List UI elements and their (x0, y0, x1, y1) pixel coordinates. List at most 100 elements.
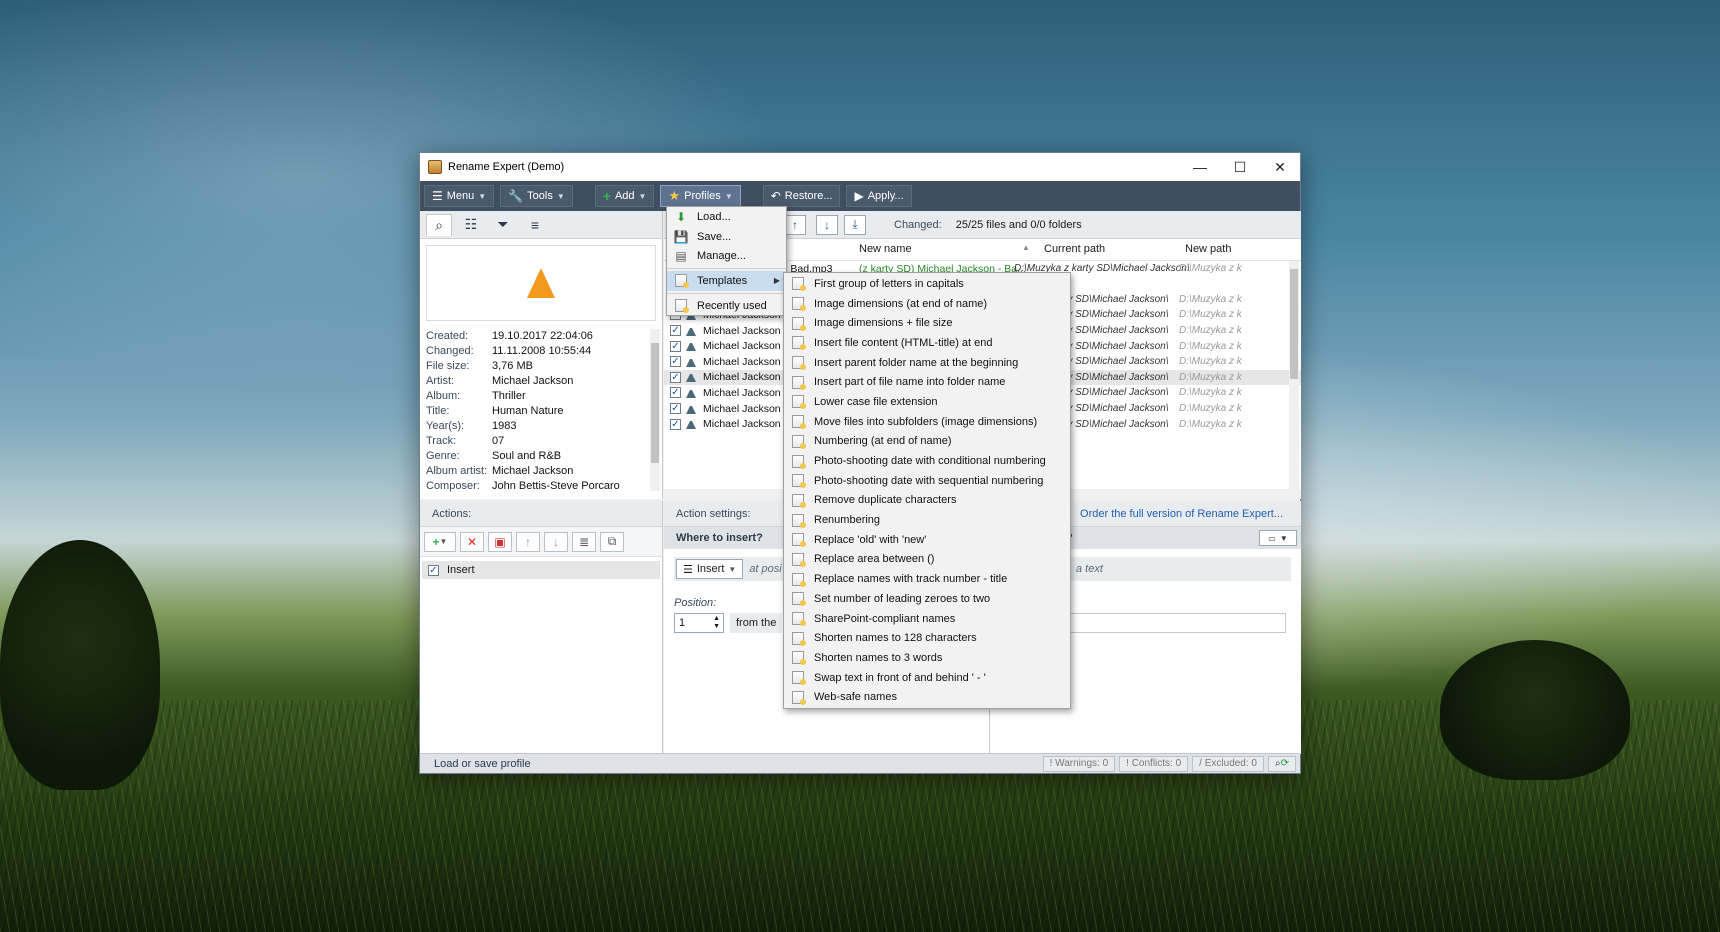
template-item[interactable]: Shorten names to 128 characters (784, 628, 1070, 648)
template-item[interactable]: Photo-shooting date with conditional num… (784, 451, 1070, 471)
template-icon (790, 474, 806, 489)
submenu-arrow-icon: ▶ (773, 276, 780, 286)
template-label: Shorten names to 128 characters (814, 632, 977, 645)
excluded-badge[interactable]: / Excluded: 0 (1192, 755, 1264, 772)
template-item[interactable]: Numbering (at end of name) (784, 432, 1070, 452)
menu-item-save[interactable]: 💾 Save... (667, 227, 786, 247)
order-full-version-link[interactable]: Order the full version of Rename Expert.… (1080, 508, 1283, 520)
template-item[interactable]: Move files into subfolders (image dimens… (784, 412, 1070, 432)
col-new-name[interactable]: New name (859, 243, 912, 255)
hamburger-icon: ☰ (432, 189, 443, 203)
template-item[interactable]: Insert parent folder name at the beginni… (784, 353, 1070, 373)
filter-icon[interactable]: ⏷ (490, 214, 516, 236)
restore-label: Restore... (784, 190, 833, 202)
action-item-insert[interactable]: ✓ Insert (422, 561, 660, 579)
save-icon: 💾 (673, 229, 689, 244)
search-icon[interactable]: ⌕ (426, 213, 452, 236)
template-item[interactable]: Web-safe names (784, 687, 1070, 707)
insert-mode-dropdown[interactable]: ☰ Insert ▼ (676, 559, 744, 579)
restore-button[interactable]: ↶ Restore... (762, 185, 841, 207)
row-checkbox[interactable]: ✓ (670, 371, 681, 383)
template-item[interactable]: Set number of leading zeroes to two (784, 589, 1070, 609)
arrow-up-icon[interactable]: ↑ (784, 214, 806, 235)
delete-action-button[interactable]: ✕ (460, 531, 484, 552)
template-item[interactable]: Photo-shooting date with sequential numb… (784, 471, 1070, 491)
template-icon (790, 592, 806, 607)
view-toggle-button[interactable]: ▭ ▼ (1259, 530, 1297, 546)
template-item[interactable]: Swap text in front of and behind ' - ' (784, 668, 1070, 688)
template-item[interactable]: First group of letters in capitals (784, 274, 1070, 294)
warnings-text: Warnings: 0 (1055, 758, 1109, 769)
list-icon: ☰ (683, 563, 693, 576)
file-preview (426, 245, 656, 321)
row-new-path: D:\Muzyka z k (1179, 325, 1242, 337)
minimize-button[interactable]: — (1180, 153, 1220, 181)
template-item[interactable]: Insert file content (HTML-title) at end (784, 333, 1070, 353)
metadata-row: Created: 19.10.2017 22:04:06 (426, 329, 656, 344)
window-icon: ▭ (1268, 533, 1276, 543)
menu-button[interactable]: ☰ Menu ▼ (424, 185, 495, 207)
row-checkbox[interactable]: ✓ (670, 325, 681, 337)
insert-text-field[interactable] (1066, 613, 1286, 633)
menu-label: Menu (446, 190, 475, 202)
add-action-button[interactable]: + ▼ (424, 531, 456, 552)
metadata-scrollbar[interactable] (650, 329, 660, 491)
template-item[interactable]: Replace names with track number - title (784, 569, 1070, 589)
list-icon[interactable]: ≡ (522, 214, 548, 236)
changed-label: Changed: (894, 218, 942, 231)
template-item[interactable]: Image dimensions (at end of name) (784, 294, 1070, 314)
warnings-badge[interactable]: ! Warnings: 0 (1042, 755, 1116, 772)
template-item[interactable]: SharePoint-compliant names (784, 609, 1070, 629)
profiles-button[interactable]: ★ Profiles ▼ (660, 185, 741, 207)
star-icon: ★ (668, 188, 681, 203)
conflicts-badge[interactable]: ! Conflicts: 0 (1119, 755, 1189, 772)
disable-action-button[interactable]: ▣ (488, 531, 512, 552)
rename-action-button[interactable]: ≣ (572, 531, 596, 552)
apply-button[interactable]: ▶ Apply... (846, 185, 912, 207)
row-checkbox[interactable]: ✓ (670, 387, 681, 399)
row-checkbox[interactable]: ✓ (670, 356, 681, 368)
metadata-key: Genre: (426, 450, 460, 462)
search-refresh-button[interactable]: ⌕ ⟳ (1268, 755, 1296, 772)
copy-action-button[interactable]: ⧉ (600, 531, 624, 552)
menu-item-load[interactable]: ⬇ Load... (667, 207, 786, 227)
template-icon (790, 297, 806, 312)
template-item[interactable]: Renumbering (784, 510, 1070, 530)
list-vscrollbar[interactable] (1289, 261, 1299, 489)
template-item[interactable]: Image dimensions + file size (784, 313, 1070, 333)
arrow-down-icon[interactable]: ↓ (816, 214, 838, 235)
template-icon (790, 612, 806, 627)
add-button[interactable]: + Add ▼ (594, 185, 655, 207)
tree-icon[interactable]: ☷ (458, 214, 484, 236)
template-item[interactable]: Replace area between () (784, 550, 1070, 570)
col-current-path[interactable]: Current path (1044, 243, 1105, 255)
row-checkbox[interactable]: ✓ (670, 403, 681, 415)
template-icon (790, 493, 806, 508)
close-button[interactable]: ✕ (1260, 153, 1300, 181)
template-item[interactable]: Lower case file extension (784, 392, 1070, 412)
chevron-down-icon: ▼ (556, 191, 565, 201)
arrow-bottom-icon[interactable]: ⤓ (844, 214, 866, 235)
position-stepper[interactable]: 1 ▲ ▼ (674, 613, 724, 633)
move-up-button[interactable]: ↑ (516, 531, 540, 552)
menu-item-manage[interactable]: ▤ Manage... (667, 246, 786, 266)
menu-item-recently-used[interactable]: Recently used (667, 296, 786, 316)
template-item[interactable]: Replace 'old' with 'new' (784, 530, 1070, 550)
menu-item-templates[interactable]: Templates ▶ (667, 271, 786, 291)
template-item[interactable]: Shorten names to 3 words (784, 648, 1070, 668)
stepper-arrows-icon[interactable]: ▲ ▼ (713, 615, 720, 631)
template-item[interactable]: Remove duplicate characters (784, 491, 1070, 511)
metadata-row: Year(s): 1983 (426, 419, 656, 434)
checkbox[interactable]: ✓ (428, 564, 439, 576)
app-icon (428, 160, 442, 174)
metadata-row: Album: Thriller (426, 389, 656, 404)
row-checkbox[interactable]: ✓ (670, 340, 681, 352)
tools-button[interactable]: 🔧 Tools ▼ (500, 185, 573, 207)
maximize-button[interactable]: ☐ (1220, 153, 1260, 181)
template-item[interactable]: Insert part of file name into folder nam… (784, 372, 1070, 392)
from-the-box[interactable]: from the (730, 613, 783, 633)
move-down-button[interactable]: ↓ (544, 531, 568, 552)
col-new-path[interactable]: New path (1185, 243, 1231, 255)
row-checkbox[interactable]: ✓ (670, 418, 681, 430)
template-icon (790, 631, 806, 646)
